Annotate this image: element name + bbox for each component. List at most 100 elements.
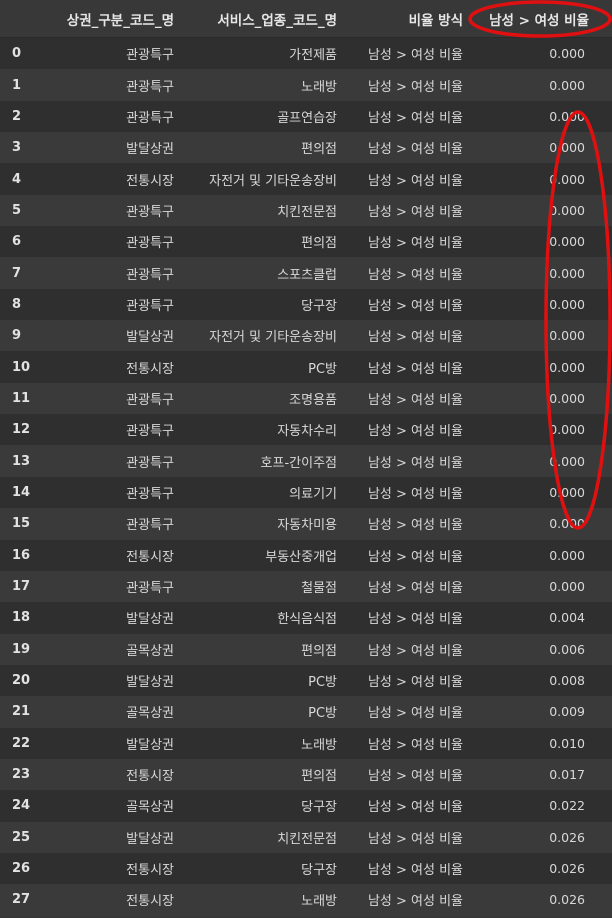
row-index: 3	[12, 140, 22, 156]
row-service-type: 철물점	[301, 581, 337, 597]
table-row: 19 골목상권 편의점 남성 > 여성 비율 0.006	[0, 633, 612, 665]
row-ratio-value: 0.008	[549, 673, 585, 689]
row-ratio-method: 남성 > 여성 비율	[367, 549, 463, 565]
row-service-type: 호프-간이주점	[260, 455, 337, 471]
row-ratio-value: 0.000	[549, 328, 585, 344]
row-ratio-method: 남성 > 여성 비율	[367, 863, 463, 879]
row-area-type: 관광특구	[126, 581, 174, 597]
row-ratio-method: 남성 > 여성 비율	[367, 173, 463, 189]
row-ratio-method: 남성 > 여성 비율	[367, 142, 463, 158]
row-ratio-method: 남성 > 여성 비율	[367, 236, 463, 252]
row-ratio-value: 0.000	[549, 547, 585, 563]
row-area-type: 관광특구	[126, 79, 174, 95]
row-ratio-value: 0.000	[549, 359, 585, 375]
table-row: 20 발달상권 PC방 남성 > 여성 비율 0.008	[0, 664, 612, 697]
row-ratio-value: 0.000	[549, 140, 585, 156]
row-service-type: PC방	[308, 706, 337, 722]
row-ratio-method: 남성 > 여성 비율	[367, 110, 463, 126]
row-service-type: 당구장	[301, 298, 337, 314]
row-service-type: 당구장	[301, 800, 337, 816]
row-index: 19	[12, 641, 31, 657]
row-area-type: 전통시장	[126, 863, 174, 879]
table-row: 15 관광특구 자동차미용 남성 > 여성 비율 0.000	[0, 508, 612, 540]
table-row: 9 발달상권 자전거 및 기타운송장비 남성 > 여성 비율 0.000	[0, 320, 612, 352]
row-ratio-method: 남성 > 여성 비율	[367, 643, 463, 659]
dataframe-table: 상권_구분_코드_명 서비스_업종_코드_명 비율 방식 남성 > 여성 비율 …	[0, 0, 612, 916]
row-service-type: 스포츠클럽	[277, 267, 337, 283]
row-ratio-method: 남성 > 여성 비율	[367, 455, 463, 471]
row-service-type: 치킨전문점	[277, 831, 337, 847]
table-row: 6 관광특구 편의점 남성 > 여성 비율 0.000	[0, 226, 612, 258]
row-service-type: 편의점	[301, 643, 337, 659]
row-ratio-value: 0.000	[549, 171, 585, 187]
row-ratio-value: 0.000	[549, 296, 585, 312]
row-index: 1	[12, 77, 22, 93]
row-area-type: 관광특구	[126, 48, 174, 64]
row-ratio-method: 남성 > 여성 비율	[367, 267, 463, 283]
row-index: 14	[12, 484, 31, 500]
table-row: 18 발달상권 한식음식점 남성 > 여성 비율 0.004	[0, 602, 612, 634]
row-ratio-method: 남성 > 여성 비율	[367, 769, 463, 785]
table-row: 8 관광특구 당구장 남성 > 여성 비율 0.000	[0, 288, 612, 321]
row-index: 5	[12, 202, 22, 218]
row-service-type: 가전제품	[289, 48, 337, 64]
row-ratio-value: 0.000	[549, 579, 585, 595]
row-ratio-value: 0.026	[549, 829, 585, 845]
row-ratio-value: 0.000	[549, 265, 585, 281]
row-area-type: 관광특구	[126, 424, 174, 440]
row-ratio-method: 남성 > 여성 비율	[367, 612, 463, 628]
row-service-type: 당구장	[301, 863, 337, 879]
row-ratio-method: 남성 > 여성 비율	[367, 392, 463, 408]
row-service-type: 노래방	[301, 894, 337, 910]
table-row: 24 골목상권 당구장 남성 > 여성 비율 0.022	[0, 790, 612, 822]
table-row: 27 전통시장 노래방 남성 > 여성 비율 0.026	[0, 884, 612, 916]
row-area-type: 발달상권	[126, 330, 174, 346]
table-row: 10 전통시장 PC방 남성 > 여성 비율 0.000	[0, 351, 612, 383]
table-row: 14 관광특구 의료기기 남성 > 여성 비율 0.000	[0, 476, 612, 509]
row-index: 0	[12, 46, 22, 62]
table-header: 상권_구분_코드_명 서비스_업종_코드_명 비율 방식 남성 > 여성 비율	[0, 0, 612, 38]
row-service-type: 부동산중개업	[265, 549, 337, 565]
row-area-type: 관광특구	[126, 518, 174, 534]
row-index: 26	[12, 861, 31, 877]
row-ratio-value: 0.026	[549, 861, 585, 877]
row-service-type: 한식음식점	[277, 612, 337, 628]
table-row: 0 관광특구 가전제품 남성 > 여성 비율 0.000	[0, 38, 612, 70]
row-ratio-value: 0.000	[549, 202, 585, 218]
row-ratio-value: 0.000	[549, 77, 585, 93]
row-ratio-method: 남성 > 여성 비율	[367, 79, 463, 95]
row-area-type: 전통시장	[126, 769, 174, 785]
row-area-type: 관광특구	[126, 455, 174, 471]
header-service-type: 서비스_업종_코드_명	[217, 12, 337, 29]
row-area-type: 발달상권	[126, 612, 174, 628]
row-ratio-method: 남성 > 여성 비율	[367, 706, 463, 722]
row-index: 9	[12, 328, 22, 344]
row-area-type: 관광특구	[126, 298, 174, 314]
row-service-type: 자전거 및 기타운송장비	[209, 173, 337, 189]
table-row: 1 관광특구 노래방 남성 > 여성 비율 0.000	[0, 69, 612, 101]
row-ratio-value: 0.000	[549, 484, 585, 500]
row-ratio-method: 남성 > 여성 비율	[367, 486, 463, 502]
row-index: 20	[12, 673, 31, 689]
header-male-female-ratio: 남성 > 여성 비율	[489, 12, 589, 29]
row-ratio-method: 남성 > 여성 비율	[367, 675, 463, 691]
row-area-type: 전통시장	[126, 549, 174, 565]
row-service-type: PC방	[308, 675, 337, 691]
table-row: 26 전통시장 당구장 남성 > 여성 비율 0.026	[0, 852, 612, 885]
table-row: 5 관광특구 치킨전문점 남성 > 여성 비율 0.000	[0, 194, 612, 227]
row-ratio-value: 0.022	[549, 798, 585, 814]
row-area-type: 골목상권	[126, 800, 174, 816]
row-area-type: 골목상권	[126, 643, 174, 659]
row-area-type: 관광특구	[126, 110, 174, 126]
row-service-type: 노래방	[301, 737, 337, 753]
row-service-type: 의료기기	[289, 486, 337, 502]
row-ratio-method: 남성 > 여성 비율	[367, 48, 463, 64]
row-ratio-method: 남성 > 여성 비율	[367, 330, 463, 346]
row-ratio-value: 0.010	[549, 735, 585, 751]
row-ratio-method: 남성 > 여성 비율	[367, 424, 463, 440]
row-ratio-method: 남성 > 여성 비율	[367, 831, 463, 847]
table-row: 22 발달상권 노래방 남성 > 여성 비율 0.010	[0, 727, 612, 759]
row-service-type: 노래방	[301, 79, 337, 95]
row-area-type: 전통시장	[126, 173, 174, 189]
row-service-type: 자전거 및 기타운송장비	[209, 330, 337, 346]
